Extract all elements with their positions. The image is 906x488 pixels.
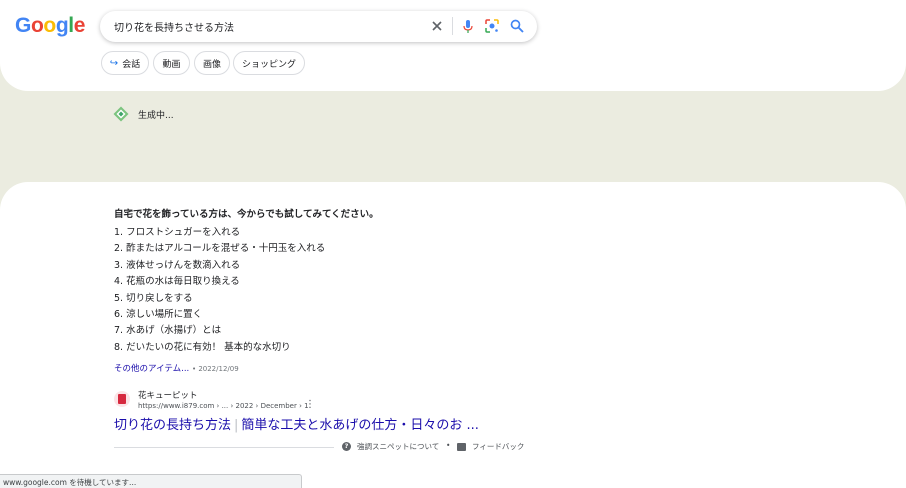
browser-status-bar: www.google.com を待機しています... <box>0 474 302 488</box>
list-item: 3. 液体せっけんを数滴入れる <box>114 259 241 271</box>
site-favicon <box>114 391 130 407</box>
result-title-main: 切り花の長持ち方法 <box>114 418 232 433</box>
logo-letter: g <box>55 14 69 37</box>
feedback-separator: • <box>446 441 451 450</box>
search-divider <box>452 17 453 35</box>
arrow-icon: ↪ <box>109 57 119 69</box>
close-icon[interactable] <box>429 18 445 34</box>
list-item: 6. 涼しい場所に置く <box>114 308 203 320</box>
chip-images[interactable]: 画像 <box>194 51 230 75</box>
feedback-label: フィードバック <box>472 442 525 451</box>
search-icon[interactable] <box>509 18 525 34</box>
snippet-heading: 自宅で花を飾っている方は、今からでも試してみてください。 <box>114 209 379 220</box>
help-icon: ? <box>342 442 351 451</box>
logo-letter: e <box>73 14 86 37</box>
about-snippets-link[interactable]: ? 強調スニペットについて <box>342 441 439 452</box>
site-url[interactable]: https://www.i879.com › ... › 2022 › Dece… <box>138 402 309 410</box>
google-logo[interactable]: Google <box>15 14 85 38</box>
more-options-icon[interactable]: ⋮ <box>305 400 315 410</box>
chip-shopping[interactable]: ショッピング <box>233 51 305 75</box>
search-input[interactable]: 切り花を長持ちさせる方法 <box>114 19 234 34</box>
mic-icon[interactable] <box>460 18 476 34</box>
list-item: 4. 花瓶の水は毎日取り換える <box>114 276 240 288</box>
list-item: 5. 切り戻しをする <box>114 292 193 304</box>
ai-sparkle-icon <box>113 106 129 122</box>
chip-conversation[interactable]: ↪ 会話 <box>101 51 149 75</box>
result-title-link[interactable]: 切り花の長持ち方法 | 簡単な工夫と水あげの仕方・日々のお ... <box>114 414 479 433</box>
list-item: 2. 酢またはアルコールを混ぜる・十円玉を入れる <box>114 243 326 255</box>
logo-letter: o <box>43 14 56 37</box>
list-item: 1. フロストシュガーを入れる <box>114 227 241 238</box>
about-snippets-label: 強調スニペットについて <box>357 442 440 451</box>
divider <box>114 447 334 448</box>
logo-letter: o <box>30 14 44 37</box>
more-items-link[interactable]: その他のアイテム... <box>114 364 189 374</box>
snippet-list: 1. フロストシュガーを入れる 2. 酢またはアルコールを混ぜる・十円玉を入れる… <box>114 226 325 357</box>
chip-videos[interactable]: 動画 <box>153 51 190 75</box>
feedback-link[interactable]: フィードバック <box>457 441 524 452</box>
feedback-icon <box>457 442 466 451</box>
more-items-row: その他のアイテム... • 2022/12/09 <box>114 362 239 374</box>
site-name[interactable]: 花キューピット <box>138 389 198 401</box>
result-title-rest: 簡単な工夫と水あげの仕方・日々のお ... <box>241 418 479 433</box>
chip-label: ショッピング <box>241 59 296 70</box>
search-box[interactable]: 切り花を長持ちさせる方法 <box>100 11 537 42</box>
chip-label: 会話 <box>122 59 141 70</box>
favicon-icon <box>118 394 126 404</box>
ai-generating-text: 生成中... <box>138 111 174 121</box>
chip-label: 画像 <box>202 59 221 70</box>
list-item: 8. だいたいの花に有効！ 基本的な水切り <box>114 341 291 353</box>
logo-letter: G <box>15 14 31 37</box>
snippet-date: • 2022/12/09 <box>191 365 239 373</box>
list-item: 7. 水あげ（水揚げ）とは <box>114 325 222 337</box>
title-separator: | <box>234 418 239 433</box>
lens-icon[interactable] <box>484 18 500 34</box>
chip-label: 動画 <box>162 59 181 70</box>
